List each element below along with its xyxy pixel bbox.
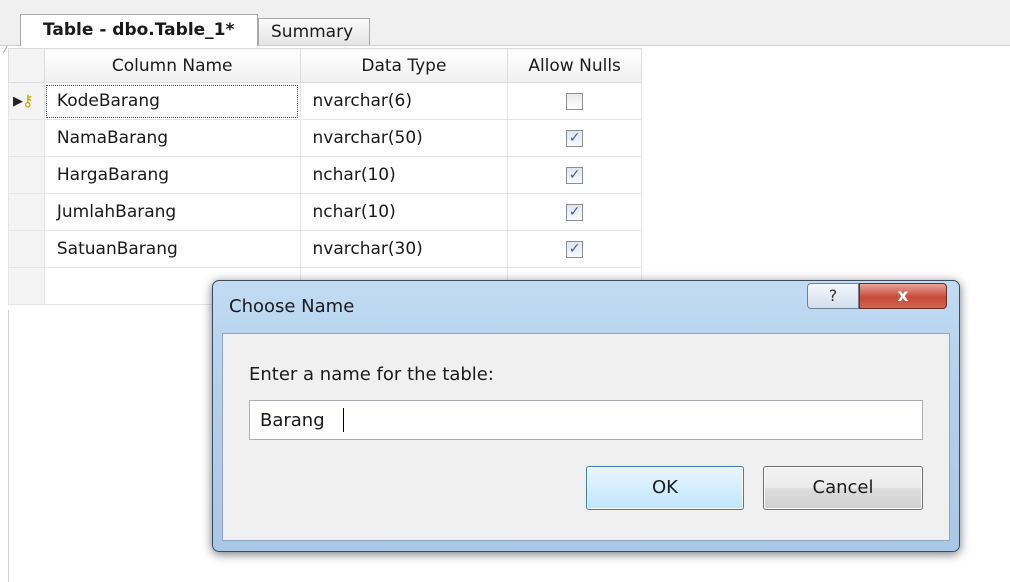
- row-selector[interactable]: [8, 230, 45, 268]
- dialog-body: Enter a name for the table: OK Cancel: [222, 333, 950, 541]
- table-name-prompt: Enter a name for the table:: [249, 364, 494, 385]
- table-row: SatuanBarang nvarchar(30) ✓: [8, 230, 642, 268]
- column-name-cell[interactable]: HargaBarang: [43, 156, 301, 194]
- row-selector-header: [8, 48, 45, 83]
- table-row: HargaBarang nchar(10) ✓: [8, 156, 642, 194]
- row-selector[interactable]: [8, 193, 45, 231]
- table-row: JumlahBarang nchar(10) ✓: [8, 193, 642, 231]
- column-name-cell[interactable]: SatuanBarang: [43, 230, 301, 268]
- designer-left-border: [8, 310, 9, 582]
- allow-nulls-checkbox[interactable]: [566, 92, 584, 110]
- data-type-cell[interactable]: nvarchar(50): [299, 119, 509, 157]
- help-button[interactable]: ?: [807, 283, 859, 309]
- data-type-header: Data Type: [299, 48, 509, 83]
- row-selector[interactable]: ▶ ⚷: [8, 82, 45, 120]
- allow-nulls-cell: ✓: [507, 119, 642, 157]
- column-name-header: Column Name: [43, 48, 301, 83]
- column-name-cell[interactable]: JumlahBarang: [43, 193, 301, 231]
- data-type-cell[interactable]: nvarchar(6): [299, 82, 509, 120]
- choose-name-dialog: Choose Name ? x Enter a name for the tab…: [212, 280, 960, 552]
- allow-nulls-checkbox[interactable]: ✓: [566, 203, 584, 221]
- document-tab-strip: Table - dbo.Table_1* Summary: [0, 0, 1010, 46]
- row-selector[interactable]: [8, 267, 45, 305]
- allow-nulls-cell: [507, 82, 642, 120]
- allow-nulls-cell: ✓: [507, 156, 642, 194]
- row-selector[interactable]: [8, 156, 45, 194]
- allow-nulls-checkbox[interactable]: ✓: [566, 166, 584, 184]
- table-name-input[interactable]: [249, 400, 923, 440]
- grid-header-row: Column Name Data Type Allow Nulls: [8, 48, 642, 83]
- allow-nulls-header: Allow Nulls: [507, 48, 642, 83]
- key-icon: ⚷: [22, 91, 34, 110]
- allow-nulls-cell: ✓: [507, 193, 642, 231]
- column-name-cell[interactable]: KodeBarang: [43, 82, 301, 120]
- close-button[interactable]: x: [859, 283, 947, 309]
- allow-nulls-checkbox[interactable]: ✓: [566, 240, 584, 258]
- row-selector[interactable]: [8, 119, 45, 157]
- tab-summary[interactable]: Summary: [258, 18, 370, 45]
- table-designer-grid: Column Name Data Type Allow Nulls ▶ ⚷ Ko…: [8, 48, 642, 305]
- dialog-title: Choose Name: [229, 296, 355, 317]
- table-row: NamaBarang nvarchar(50) ✓: [8, 119, 642, 157]
- table-row: ▶ ⚷ KodeBarang nvarchar(6): [8, 82, 642, 120]
- column-name-cell[interactable]: NamaBarang: [43, 119, 301, 157]
- text-caret: [343, 408, 344, 432]
- cancel-button[interactable]: Cancel: [763, 466, 923, 510]
- data-type-cell[interactable]: nchar(10): [299, 156, 509, 194]
- allow-nulls-cell: ✓: [507, 230, 642, 268]
- data-type-cell[interactable]: nchar(10): [299, 193, 509, 231]
- tab-table-designer[interactable]: Table - dbo.Table_1*: [20, 14, 258, 46]
- ok-button[interactable]: OK: [586, 466, 744, 510]
- allow-nulls-checkbox[interactable]: ✓: [566, 129, 584, 147]
- data-type-cell[interactable]: nvarchar(30): [299, 230, 509, 268]
